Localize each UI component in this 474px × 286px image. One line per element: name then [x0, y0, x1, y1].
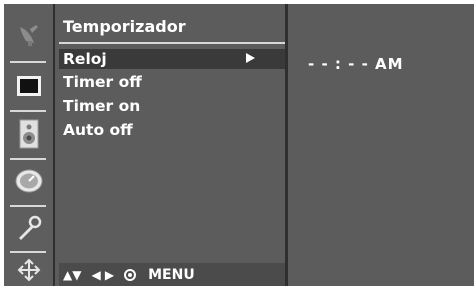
osd-menu: Temporizador Reloj Timer off Timer on Au…: [4, 4, 474, 286]
menu-title: Temporizador: [63, 17, 186, 36]
wrench-icon[interactable]: [4, 207, 53, 247]
menu-item-label: Reloj: [63, 50, 107, 68]
clock-panel: - - : - - AM: [288, 14, 474, 286]
sidebar-separator: [10, 61, 46, 63]
clock-icon[interactable]: [4, 161, 53, 201]
menu-item-auto-off[interactable]: Auto off: [59, 120, 285, 140]
category-sidebar: [4, 4, 55, 286]
satellite-dish-icon[interactable]: [4, 14, 53, 54]
menu-item-label: Auto off: [63, 121, 133, 139]
menu-item-label: Timer on: [63, 97, 141, 115]
ok-button-icon: [124, 269, 137, 281]
menu-item-timer-on[interactable]: Timer on: [59, 96, 285, 116]
sidebar-separator: [10, 251, 46, 253]
up-down-arrows-icon: ▲▼: [63, 268, 82, 282]
sidebar-separator: [10, 110, 46, 112]
menu-item-label: Timer off: [63, 73, 142, 91]
settings-arrows-icon[interactable]: [4, 255, 53, 285]
left-right-arrows-icon: ◀ ▶: [91, 268, 115, 282]
speaker-icon[interactable]: [4, 114, 53, 154]
menu-hint-label: MENU: [148, 267, 195, 283]
navigation-hint-bar: ▲▼ ◀ ▶ MENU: [59, 263, 285, 286]
menu-item-reloj[interactable]: Reloj: [59, 49, 285, 69]
menu-item-timer-off[interactable]: Timer off: [59, 72, 285, 92]
clock-value[interactable]: - - : - - AM: [308, 55, 404, 73]
timer-menu: Temporizador Reloj Timer off Timer on Au…: [59, 4, 285, 286]
picture-icon[interactable]: [4, 66, 53, 106]
title-underline: [59, 42, 285, 44]
submenu-arrow-icon: [246, 53, 255, 63]
sidebar-separator: [10, 158, 46, 160]
